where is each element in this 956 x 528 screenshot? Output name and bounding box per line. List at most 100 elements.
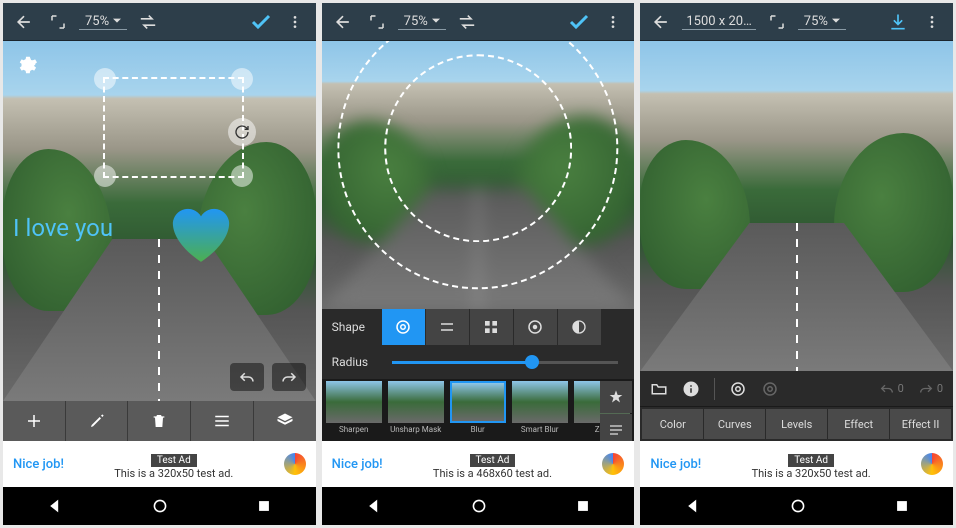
star-button[interactable] xyxy=(600,381,632,413)
ad-headline: Nice job! xyxy=(13,457,64,472)
trash-button[interactable] xyxy=(128,401,190,441)
undo-button: 0 xyxy=(879,382,904,395)
zoom-dropdown[interactable]: 75% xyxy=(79,14,127,30)
target-button[interactable] xyxy=(729,380,747,398)
list-button[interactable] xyxy=(600,414,632,441)
shape-grid-button[interactable] xyxy=(470,309,514,345)
list-button[interactable] xyxy=(191,401,253,441)
handle-br[interactable] xyxy=(231,165,253,187)
radius-label: Radius xyxy=(322,355,382,369)
ad-headline: Nice job! xyxy=(650,457,701,472)
ad-badge: Test Ad xyxy=(470,454,516,467)
redo-button[interactable] xyxy=(272,363,306,391)
adjust-tabs: Color Curves Levels Effect Effect II xyxy=(640,407,953,441)
folder-button[interactable] xyxy=(650,381,668,396)
zoom-value: 75% xyxy=(804,14,828,29)
add-button[interactable] xyxy=(3,401,65,441)
blur-radius-inner[interactable] xyxy=(384,54,572,242)
tab-effect[interactable]: Effect xyxy=(828,409,889,439)
toolbar: 75% xyxy=(3,3,316,41)
radius-slider[interactable] xyxy=(392,361,619,364)
ad-banner[interactable]: Nice job! Test AdThis is a 320x50 test a… xyxy=(640,441,953,487)
ad-headline: Nice job! xyxy=(332,457,383,472)
ad-badge: Test Ad xyxy=(788,454,834,467)
ad-text: This is a 320x50 test ad. xyxy=(64,467,284,480)
tab-levels[interactable]: Levels xyxy=(766,409,827,439)
zoom-dropdown[interactable]: 75% xyxy=(398,14,446,30)
shape-circle-button[interactable] xyxy=(382,309,426,345)
radius-row: Radius xyxy=(322,345,635,379)
thumb-unsharp[interactable]: Unsharp Mask xyxy=(386,381,446,434)
more-button[interactable] xyxy=(600,9,626,35)
ad-badge: Test Ad xyxy=(151,454,197,467)
nav-recent[interactable] xyxy=(257,499,271,513)
nav-recent[interactable] xyxy=(576,499,590,513)
gear-icon[interactable] xyxy=(13,51,41,79)
ad-logo-icon xyxy=(602,453,624,475)
shape-row: Shape xyxy=(322,309,635,345)
selection-box[interactable] xyxy=(103,77,244,178)
android-nav xyxy=(3,487,316,525)
shape-dot-button[interactable] xyxy=(514,309,558,345)
nav-home[interactable] xyxy=(790,498,806,514)
screen-adjust: 1500 x 20… 75% 0 0 Color Curves Levels E… xyxy=(640,3,953,525)
crop-icon[interactable] xyxy=(364,9,390,35)
ad-banner[interactable]: Nice job! Test AdThis is a 320x50 test a… xyxy=(3,441,316,487)
download-button[interactable] xyxy=(885,9,911,35)
text-overlay[interactable]: I love you xyxy=(13,214,113,242)
more-button[interactable] xyxy=(919,9,945,35)
back-button[interactable] xyxy=(330,9,356,35)
thumb-sharpen[interactable]: Sharpen xyxy=(324,381,384,434)
nav-back[interactable] xyxy=(366,498,382,514)
back-button[interactable] xyxy=(11,9,37,35)
nav-back[interactable] xyxy=(685,498,701,514)
zoom-value: 75% xyxy=(85,14,109,29)
toolbar: 1500 x 20… 75% xyxy=(640,3,953,41)
tab-effect2[interactable]: Effect II xyxy=(890,409,951,439)
handle-tr[interactable] xyxy=(231,68,253,90)
shape-contrast-button[interactable] xyxy=(558,309,602,345)
tab-curves[interactable]: Curves xyxy=(704,409,765,439)
more-button[interactable] xyxy=(282,9,308,35)
nav-home[interactable] xyxy=(471,498,487,514)
canvas[interactable]: I love you xyxy=(3,41,316,401)
nav-recent[interactable] xyxy=(895,499,909,513)
back-button[interactable] xyxy=(648,9,674,35)
toolbar-secondary: 0 0 xyxy=(640,371,953,407)
pencil-button[interactable] xyxy=(66,401,128,441)
screen-editor-stickers: 75% I love you Nice job! Test AdThis is … xyxy=(3,3,316,525)
canvas[interactable] xyxy=(640,41,953,371)
zoom-dropdown[interactable]: 75% xyxy=(798,14,846,30)
handle-bl[interactable] xyxy=(94,165,116,187)
canvas[interactable] xyxy=(322,41,635,309)
dimensions-label[interactable]: 1500 x 20… xyxy=(682,14,755,30)
ad-banner[interactable]: Nice job! Test AdThis is a 468x60 test a… xyxy=(322,441,635,487)
thumb-blur[interactable]: Blur xyxy=(448,381,508,434)
ad-text: This is a 468x60 test ad. xyxy=(383,467,603,480)
crop-icon[interactable] xyxy=(764,9,790,35)
crop-icon[interactable] xyxy=(45,9,71,35)
confirm-button[interactable] xyxy=(566,9,592,35)
target-disabled xyxy=(761,380,779,398)
confirm-button[interactable] xyxy=(248,9,274,35)
nav-back[interactable] xyxy=(47,498,63,514)
thumb-smartblur[interactable]: Smart Blur xyxy=(510,381,570,434)
nav-home[interactable] xyxy=(152,498,168,514)
swap-icon[interactable] xyxy=(454,9,480,35)
android-nav xyxy=(322,487,635,525)
layers-button[interactable] xyxy=(254,401,316,441)
handle-tl[interactable] xyxy=(94,68,116,90)
shape-band-button[interactable] xyxy=(426,309,470,345)
info-button[interactable] xyxy=(682,380,700,398)
ad-logo-icon xyxy=(284,453,306,475)
rotate-handle[interactable] xyxy=(228,118,256,146)
swap-icon[interactable] xyxy=(135,9,161,35)
bottom-toolbar xyxy=(3,401,316,441)
toolbar: 75% xyxy=(322,3,635,41)
undo-button[interactable] xyxy=(230,363,264,391)
ad-logo-icon xyxy=(921,453,943,475)
android-nav xyxy=(640,487,953,525)
shape-label: Shape xyxy=(322,320,382,334)
tab-color[interactable]: Color xyxy=(642,409,703,439)
heart-sticker[interactable] xyxy=(166,199,236,264)
